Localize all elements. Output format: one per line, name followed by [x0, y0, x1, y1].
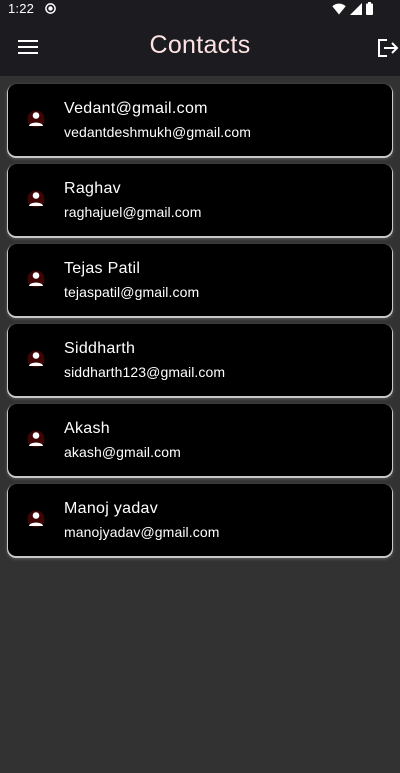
contact-name: Tejas Patil	[64, 260, 141, 277]
wifi-icon	[332, 3, 346, 14]
contact-card[interactable]: Raghav raghajuel@gmail.com	[8, 164, 392, 236]
contact-card[interactable]: Vedant@gmail.com vedantdeshmukh@gmail.co…	[8, 84, 392, 156]
contact-email: tejaspatil@gmail.com	[64, 284, 200, 300]
person-icon	[27, 110, 45, 128]
person-icon	[27, 190, 45, 208]
person-icon	[27, 350, 45, 368]
contact-email: akash@gmail.com	[64, 444, 181, 460]
contact-card[interactable]: Akash akash@gmail.com	[8, 404, 392, 476]
contact-card[interactable]: Siddharth siddharth123@gmail.com	[8, 324, 392, 396]
contact-card[interactable]: Tejas Patil tejaspatil@gmail.com	[8, 244, 392, 316]
battery-icon	[366, 2, 373, 15]
contact-email: vedantdeshmukh@gmail.com	[64, 124, 252, 140]
contact-email: raghajuel@gmail.com	[64, 204, 202, 220]
person-icon	[27, 270, 45, 288]
page-title: Contacts	[149, 31, 251, 59]
app-bar: Contacts	[0, 18, 400, 76]
status-bar: 1:22	[0, 0, 400, 18]
contact-email: manojyadav@gmail.com	[64, 524, 220, 540]
signal-icon	[350, 2, 362, 15]
contact-name: Vedant@gmail.com	[64, 100, 208, 117]
status-icons	[332, 2, 373, 15]
person-icon	[27, 510, 45, 528]
contact-name: Siddharth	[64, 340, 136, 357]
contact-name: Manoj yadav	[64, 500, 159, 517]
status-time: 1:22	[8, 1, 35, 16]
contact-name: Akash	[64, 420, 110, 437]
contact-list: Vedant@gmail.com vedantdeshmukh@gmail.co…	[8, 84, 392, 564]
logout-icon[interactable]	[377, 38, 399, 58]
contact-name: Raghav	[64, 180, 121, 197]
contact-card[interactable]: Manoj yadav manojyadav@gmail.com	[8, 484, 392, 556]
sync-circle-icon	[45, 3, 56, 14]
person-icon	[27, 430, 45, 448]
contact-email: siddharth123@gmail.com	[64, 364, 226, 380]
